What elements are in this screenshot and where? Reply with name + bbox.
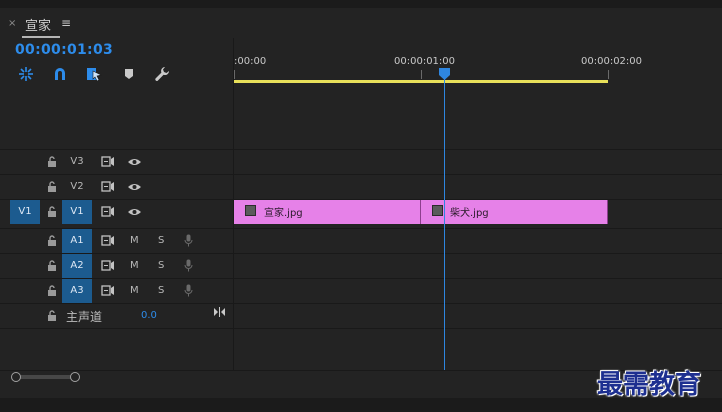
mute-button[interactable]: M <box>130 285 139 296</box>
ruler-tick <box>234 70 235 79</box>
track-lock-icon[interactable] <box>47 260 57 271</box>
image-clip-icon <box>245 205 256 216</box>
playhead-timecode[interactable]: 00:00:01:03 <box>15 42 113 58</box>
clip-1[interactable] <box>234 200 421 224</box>
track-name-a3[interactable]: A3 <box>62 279 92 303</box>
go-to-out-point-icon[interactable] <box>213 307 226 317</box>
toggle-sync-lock-icon[interactable] <box>101 181 115 192</box>
time-ruler[interactable] <box>234 38 722 150</box>
track-row-master <box>0 303 722 328</box>
panel-menu-icon[interactable]: ≡ <box>61 16 71 30</box>
wrench-settings-icon[interactable] <box>154 66 170 82</box>
mute-button[interactable]: M <box>130 235 139 246</box>
track-output-eye-icon[interactable] <box>127 182 142 192</box>
image-clip-icon <box>432 205 443 216</box>
track-lock-icon[interactable] <box>47 206 57 217</box>
toggle-sync-lock-icon[interactable] <box>101 156 115 167</box>
panel-tab-bar <box>0 8 722 38</box>
zoom-scrollbar-left-handle[interactable] <box>11 372 21 382</box>
track-lock-icon[interactable] <box>47 181 57 192</box>
watermark-logo: 最需教育 <box>597 370 702 400</box>
work-area-bar[interactable] <box>234 80 608 83</box>
voiceover-mic-icon[interactable] <box>184 259 193 272</box>
playhead-handle-icon[interactable] <box>438 68 451 80</box>
zoom-scrollbar-right-handle[interactable] <box>70 372 80 382</box>
track-name-v1[interactable]: V1 <box>62 200 92 224</box>
track-lock-icon[interactable] <box>47 235 57 246</box>
add-marker-icon[interactable] <box>121 66 137 82</box>
voiceover-mic-icon[interactable] <box>184 234 193 247</box>
solo-button[interactable]: S <box>158 260 164 271</box>
top-strip <box>0 0 722 8</box>
ruler-label-2s: 00:00:02:00 <box>581 56 643 67</box>
ruler-tick <box>421 70 422 79</box>
toggle-sync-lock-icon[interactable] <box>101 260 115 271</box>
track-lock-icon[interactable] <box>47 156 57 167</box>
solo-button[interactable]: S <box>158 235 164 246</box>
track-name-a2[interactable]: A2 <box>62 254 92 278</box>
zoom-scrollbar[interactable] <box>14 375 76 379</box>
track-name-v3[interactable]: V3 <box>62 156 92 167</box>
track-output-eye-icon[interactable] <box>127 157 142 167</box>
track-output-eye-icon[interactable] <box>127 207 142 217</box>
track-row-end <box>0 328 722 329</box>
track-name-a1[interactable]: A1 <box>62 229 92 253</box>
toggle-sync-lock-icon[interactable] <box>101 235 115 246</box>
linked-selection-icon[interactable] <box>86 66 102 82</box>
playhead-line[interactable] <box>444 72 445 370</box>
track-lock-icon[interactable] <box>47 310 57 321</box>
source-patch-v1[interactable]: V1 <box>10 200 40 224</box>
nest-sequence-icon[interactable] <box>18 66 34 82</box>
clip-name: 柴犬.jpg <box>450 208 489 219</box>
snap-magnet-icon[interactable] <box>52 66 68 82</box>
voiceover-mic-icon[interactable] <box>184 284 193 297</box>
master-volume-value[interactable]: 0.0 <box>141 310 157 321</box>
solo-button[interactable]: S <box>158 285 164 296</box>
clip-name: 宣家.jpg <box>264 208 303 219</box>
ruler-tick <box>608 70 609 79</box>
track-name-v2[interactable]: V2 <box>62 181 92 192</box>
ruler-label-start: :00:00 <box>234 56 267 67</box>
toggle-sync-lock-icon[interactable] <box>101 285 115 296</box>
close-tab-icon[interactable]: × <box>8 18 16 29</box>
toggle-sync-lock-icon[interactable] <box>101 206 115 217</box>
sequence-tab-title[interactable]: 宣家 <box>25 15 51 34</box>
ruler-label-1s: 00:00:01:00 <box>394 56 456 67</box>
master-track-label: 主声道 <box>66 310 103 324</box>
mute-button[interactable]: M <box>130 260 139 271</box>
track-lock-icon[interactable] <box>47 285 57 296</box>
